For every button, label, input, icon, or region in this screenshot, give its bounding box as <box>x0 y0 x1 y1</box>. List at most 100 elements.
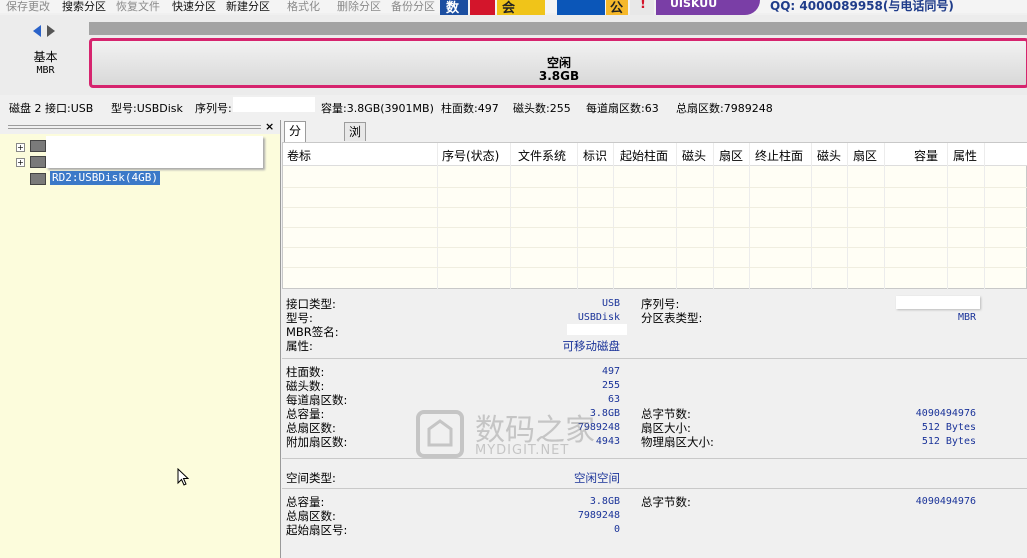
partition-table: 卷标 序号(状态) 文件系统 标识 起始柱面 磁头 扇区 终止柱面 磁头 扇区 … <box>282 142 1027 290</box>
model-value: USBDisk <box>577 312 620 323</box>
partition-style-label: MBR <box>36 65 55 76</box>
usb-disk-icon <box>30 173 46 185</box>
expand-icon[interactable]: + <box>16 143 25 152</box>
panel-grip <box>8 128 261 130</box>
new-partition-button[interactable]: 新建分区 <box>226 0 270 13</box>
sector-size-value: 512 Bytes <box>921 422 976 433</box>
disk-type-label: 基本 <box>33 50 58 64</box>
space-type-label: 空间类型: <box>286 471 336 485</box>
total-sectors-2-value: 7989248 <box>577 510 620 521</box>
disk-nav <box>31 25 61 39</box>
row-divider <box>283 227 1027 228</box>
format-button[interactable]: 格式化 <box>287 0 320 13</box>
disk-tree-panel: × + + RD2:USBDisk(4GB) <box>0 120 281 558</box>
disk-interface: 磁盘 2 接口:USB <box>9 102 94 115</box>
disk-bar-strip <box>89 22 1027 35</box>
col-filesystem[interactable]: 文件系统 <box>518 147 566 164</box>
physical-sector-size-label: 物理扇区大小: <box>641 435 714 449</box>
disk-model: 型号:USBDisk <box>111 102 183 115</box>
row-divider <box>283 267 1027 268</box>
section-separator <box>282 488 1027 489</box>
total-bytes-2-value: 4090494976 <box>915 496 976 507</box>
heads-value: 255 <box>601 380 620 391</box>
ad-brand-text: UISKUU <box>670 0 718 10</box>
disk-sectors-per-track: 每道扇区数:63 <box>586 102 659 115</box>
free-space-block[interactable]: 空闲 3.8GB <box>89 38 1027 88</box>
disk-capacity: 容量:3.8GB(3901MB) <box>321 102 434 115</box>
disk-details: 接口类型: USB 型号: USBDisk MBR签名: 属性: 可移动磁盘 序… <box>282 292 1027 558</box>
tab-browse-files[interactable]: 浏览文件 <box>344 122 367 193</box>
serial-redacted <box>233 97 315 112</box>
col-sector-2[interactable]: 扇区 <box>853 147 877 164</box>
physical-sector-size-value: 512 Bytes <box>921 436 976 447</box>
extra-sectors-label: 附加扇区数: <box>286 435 348 449</box>
save-changes-button[interactable]: 保存更改 <box>6 0 50 13</box>
backup-partition-button[interactable]: 备份分区 <box>391 0 435 13</box>
col-id[interactable]: 标识 <box>583 147 607 164</box>
row-divider <box>283 247 1027 248</box>
col-capacity[interactable]: 容量 <box>914 147 938 164</box>
partition-table-type-label: 分区表类型: <box>641 311 703 325</box>
arrow-left-icon[interactable] <box>33 25 41 37</box>
disk-icon <box>30 156 46 168</box>
mbr-signature-redacted <box>567 324 627 335</box>
row-divider <box>283 187 1027 188</box>
ad-block-red <box>470 0 495 15</box>
recover-files-button[interactable]: 恢复文件 <box>116 0 160 13</box>
col-head-2[interactable]: 磁头 <box>817 147 841 164</box>
watermark: 数码之家 MYDIGIT.NET <box>415 405 615 465</box>
serial-value-redacted <box>896 296 980 309</box>
partition-size: 3.8GB <box>538 69 580 83</box>
mouse-cursor-icon <box>177 468 190 486</box>
ad-banner[interactable]: 数 会 公 ! UISKUU QQ: 4000089958(与电话同号) <box>440 0 1027 15</box>
search-partition-button[interactable]: 搜索分区 <box>62 0 106 13</box>
disk-serial-label: 序列号: <box>195 102 232 115</box>
disk-total-sectors: 总扇区数:7989248 <box>676 102 773 115</box>
ad-glyph: 会 <box>502 1 516 15</box>
col-attributes[interactable]: 属性 <box>953 147 977 164</box>
disk-heads: 磁头数:255 <box>513 102 571 115</box>
total-bytes-value: 4090494976 <box>915 408 976 419</box>
attribute-label: 属性: <box>286 339 313 353</box>
tree-item-redacted[interactable] <box>46 136 263 168</box>
start-sector-value: 0 <box>613 524 620 535</box>
col-head[interactable]: 磁头 <box>682 147 706 164</box>
col-start-cylinder[interactable]: 起始柱面 <box>620 147 668 164</box>
watermark-en: MYDIGIT.NET <box>475 443 570 458</box>
start-sector-label: 起始扇区号: <box>286 523 348 537</box>
warning-icon: ! <box>640 0 646 12</box>
panel-grip <box>8 125 261 127</box>
total-bytes-2-label: 总字节数: <box>641 495 691 509</box>
total-capacity-2-value: 3.8GB <box>589 496 620 507</box>
row-divider <box>283 207 1027 208</box>
arrow-right-icon[interactable] <box>47 25 55 37</box>
attribute-value: 可移动磁盘 <box>562 339 621 353</box>
col-index-status[interactable]: 序号(状态) <box>442 147 499 164</box>
partition-details-panel: 分区参数 浏览文件 卷标 序号(状态) 文件系统 标识 起始柱面 磁头 扇区 终… <box>282 120 1027 558</box>
cylinders-value: 497 <box>601 366 620 377</box>
table-header: 卷标 序号(状态) 文件系统 标识 起始柱面 磁头 扇区 终止柱面 磁头 扇区 … <box>283 143 1027 166</box>
iface-type-value: USB <box>601 298 620 309</box>
section-separator <box>282 358 1027 359</box>
ad-glyph: 公 <box>610 1 624 15</box>
quick-partition-button[interactable]: 快速分区 <box>172 0 216 13</box>
space-type-value: 空闲空间 <box>574 471 620 485</box>
sectors-per-track-value: 63 <box>607 394 620 405</box>
ad-block-blue-2 <box>557 0 605 15</box>
disk-info-bar: 磁盘 2 接口:USB 型号:USBDisk 序列号: 容量:3.8GB(390… <box>0 95 1027 115</box>
disk-cylinders: 柱面数:497 <box>441 102 499 115</box>
ad-qq-text: QQ: 4000089958(与电话同号) <box>770 0 954 13</box>
tab-partition-params[interactable]: 分区参数 <box>284 121 307 192</box>
close-icon[interactable]: × <box>265 120 274 133</box>
tree-item-usb-disk[interactable]: RD2:USBDisk(4GB) <box>50 171 160 185</box>
expand-icon[interactable]: + <box>16 158 25 167</box>
partition-table-type-value: MBR <box>957 312 976 323</box>
col-end-cylinder[interactable]: 终止柱面 <box>755 147 803 164</box>
delete-partition-button[interactable]: 删除分区 <box>337 0 381 13</box>
col-sector[interactable]: 扇区 <box>719 147 743 164</box>
col-volume-label[interactable]: 卷标 <box>287 147 311 164</box>
section-separator <box>282 458 1027 459</box>
disk-icon <box>30 140 46 152</box>
tree-panel-header: × <box>0 120 280 134</box>
disk-map: 基本 MBR 空闲 3.8GB <box>0 15 1027 95</box>
